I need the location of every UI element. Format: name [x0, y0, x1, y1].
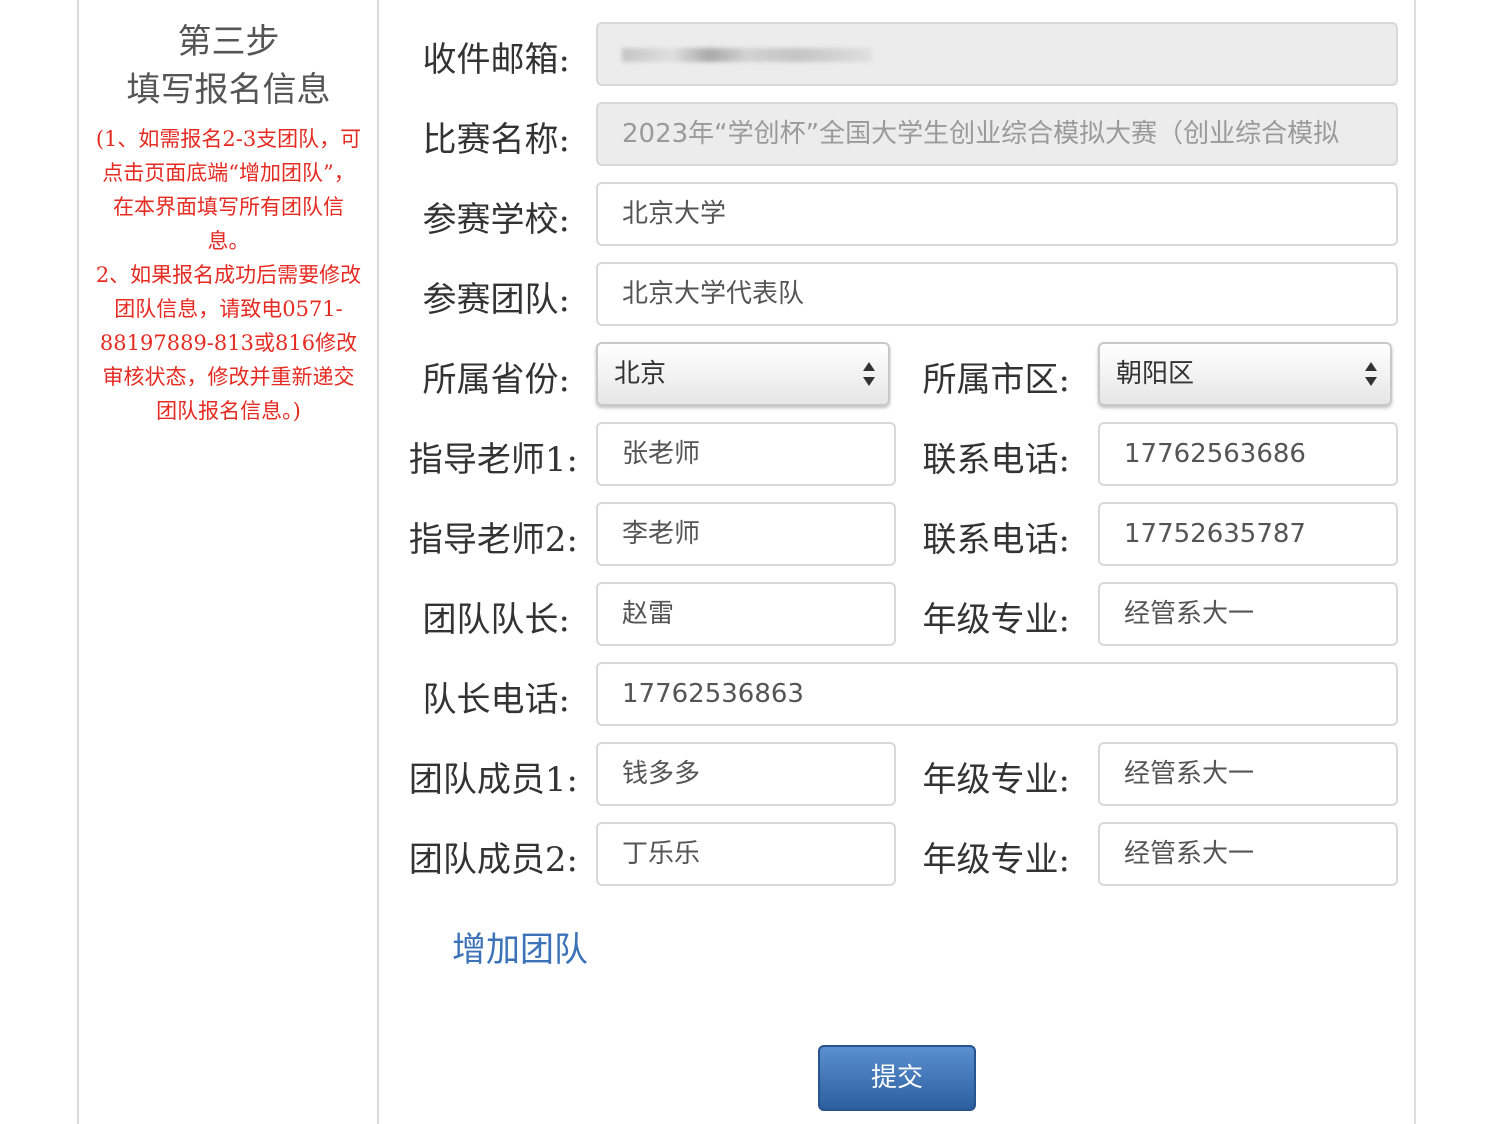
province-value: 北京	[614, 359, 667, 389]
member1-major-label: 年级专业:	[922, 760, 1070, 800]
city-label: 所属市区:	[922, 360, 1070, 400]
email-label: 收件邮箱:	[422, 40, 570, 80]
captain-field[interactable]: 赵雷	[596, 582, 896, 646]
member2-major-label: 年级专业:	[922, 840, 1070, 880]
member1-label: 团队成员1:	[408, 760, 578, 800]
captain-phone-field[interactable]: 17762536863	[596, 662, 1398, 726]
teacher1-field[interactable]: 张老师	[596, 422, 896, 486]
step-note: (1、如需报名2-3支团队，可点击页面底端“增加团队”，在本界面填写所有团队信息…	[95, 127, 362, 423]
left-border	[77, 0, 79, 1124]
submit-button[interactable]: 提交	[818, 1045, 976, 1111]
city-select[interactable]: 朝阳区	[1098, 342, 1392, 406]
add-team-link[interactable]: 增加团队	[452, 922, 588, 971]
teacher1-label: 指导老师1:	[408, 440, 578, 480]
member2-field[interactable]: 丁乐乐	[596, 822, 896, 886]
teacher2-field[interactable]: 李老师	[596, 502, 896, 566]
updown-arrows-icon	[1364, 358, 1378, 390]
school-field[interactable]: 北京大学	[596, 182, 1398, 246]
teacher2-label: 指导老师2:	[408, 520, 578, 560]
sidebar-divider	[377, 0, 379, 1124]
step-sidebar: 第三步 填写报名信息 (1、如需报名2-3支团队，可点击页面底端“增加团队”，在…	[80, 18, 377, 428]
member1-major-field[interactable]: 经管系大一	[1098, 742, 1398, 806]
captain-major-field[interactable]: 经管系大一	[1098, 582, 1398, 646]
teacher2-phone-field[interactable]: 17752635787	[1098, 502, 1398, 566]
right-border	[1414, 0, 1416, 1124]
step-subtitle: 填写报名信息	[126, 70, 331, 110]
competition-field: 2023年“学创杯”全国大学生创业综合模拟大赛（创业综合模拟	[596, 102, 1398, 166]
member2-label: 团队成员2:	[408, 840, 578, 880]
email-field	[596, 22, 1398, 86]
province-label: 所属省份:	[422, 360, 570, 400]
province-select[interactable]: 北京	[596, 342, 890, 406]
competition-label: 比赛名称:	[422, 120, 570, 160]
captain-label: 团队队长:	[422, 600, 570, 640]
team-field[interactable]: 北京大学代表队	[596, 262, 1398, 326]
member1-field[interactable]: 钱多多	[596, 742, 896, 806]
teacher1-phone-label: 联系电话:	[922, 440, 1070, 480]
member2-major-field[interactable]: 经管系大一	[1098, 822, 1398, 886]
captain-major-label: 年级专业:	[922, 600, 1070, 640]
redacted-email	[622, 48, 872, 62]
team-label: 参赛团队:	[422, 280, 570, 320]
teacher1-phone-field[interactable]: 17762563686	[1098, 422, 1398, 486]
school-label: 参赛学校:	[422, 200, 570, 240]
updown-arrows-icon	[862, 358, 876, 390]
city-value: 朝阳区	[1116, 359, 1195, 389]
captain-phone-label: 队长电话:	[422, 680, 570, 720]
step-title: 第三步	[177, 22, 280, 62]
teacher2-phone-label: 联系电话:	[922, 520, 1070, 560]
